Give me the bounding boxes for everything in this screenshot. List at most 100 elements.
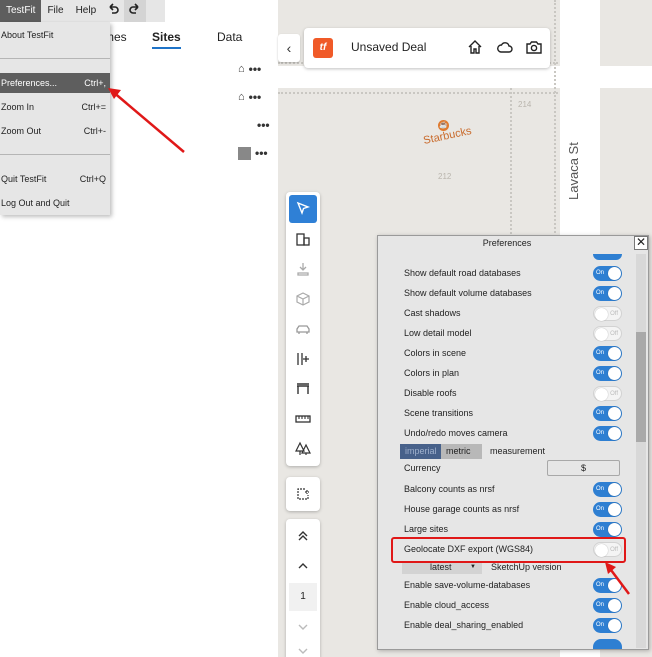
unit-option-imperial[interactable]: imperial [400,444,441,459]
pref-toggle[interactable]: On [593,482,622,497]
pref-label: House garage counts as nrsf [404,504,520,514]
more-icon[interactable]: ••• [249,90,262,104]
menu-item-about[interactable]: About TestFit [0,25,110,45]
parking-tool-button[interactable] [289,315,317,343]
pref-label: Currency [404,463,441,473]
pref-toggle[interactable]: Off [593,386,622,401]
trees-tool-button[interactable] [289,435,317,463]
massing-tool-button[interactable] [289,285,317,313]
map-lot-line [510,88,514,238]
pref-toggle[interactable]: On [593,266,622,281]
tool-palette [286,192,320,466]
menu-shortcut: Ctrl+- [83,126,106,136]
toggle-state-label: On [596,410,605,416]
pref-toggle[interactable]: On [593,598,622,613]
menu-item-quit[interactable]: Quit TestFit Ctrl+Q [0,169,110,189]
pref-label: Cast shadows [404,308,461,318]
toggle-knob [608,579,621,592]
pref-label: Colors in scene [404,348,467,358]
pref-label: Low detail model [404,328,472,338]
toggle-state-label: On [596,486,605,492]
site-row-actions: ••• [238,146,274,160]
pref-label: Disable roofs [404,388,457,398]
testfit-logo: tf [313,38,333,58]
pref-toggle[interactable]: On [593,578,622,593]
more-icon[interactable]: ••• [249,62,262,76]
menu-shortcut: Ctrl+, [84,78,106,88]
menu-file[interactable]: File [41,0,69,22]
menu-item-label: About TestFit [1,30,54,40]
toggle-state-label: On [596,622,605,628]
pref-toggle[interactable]: On [593,502,622,517]
more-icon[interactable]: ••• [257,118,270,132]
camera-icon[interactable] [525,38,543,56]
more-icon[interactable]: ••• [255,146,268,160]
toggle-state-label: On [596,290,605,296]
menu-item-zoom-in[interactable]: Zoom In Ctrl+= [0,97,110,117]
pref-toggle[interactable]: On [593,618,622,633]
building-tool-button[interactable] [289,225,317,253]
menu-shortcut: Ctrl+Q [79,174,106,184]
level-down-button[interactable] [289,613,317,641]
pref-toggle[interactable]: On [593,346,622,361]
top-level-button[interactable] [289,522,317,550]
building-icon[interactable]: ⌂ [238,63,245,75]
level-up-button[interactable] [289,552,317,580]
pref-toggle[interactable]: On [593,286,622,301]
annotation-highlight [391,537,626,563]
scrollbar-thumb[interactable] [636,332,646,442]
color-swatch[interactable] [238,146,251,160]
tab-sites[interactable]: Sites [152,30,181,49]
unit-selector[interactable]: imperial metric [400,444,482,459]
toggle-knob [608,267,621,280]
pref-label: Balcony counts as nrsf [404,484,495,494]
menu-testfit[interactable]: TestFit [0,0,42,22]
menu-separator [0,154,110,155]
menu-item-label: Zoom Out [1,126,42,136]
building-icon[interactable]: ⌂ [238,91,245,103]
toggle-knob [608,347,621,360]
pref-toggle[interactable]: On [593,426,622,441]
parcel-number: 214 [518,100,532,109]
bottom-level-button[interactable] [289,639,317,657]
toggle-partial[interactable] [593,254,622,260]
menu-item-zoom-out[interactable]: Zoom Out Ctrl+- [0,121,110,141]
redo-icon[interactable] [124,0,147,22]
close-icon: ✕ [635,235,647,249]
pref-toggle[interactable]: Off [593,306,622,321]
menu-help[interactable]: Help [70,0,103,22]
ruler-tool-button[interactable] [289,405,317,433]
testfit-menu: About TestFit Preferences... Ctrl+, Zoom … [0,22,110,215]
scrollbar[interactable] [636,254,646,648]
cloud-icon[interactable] [496,38,514,56]
toggle-state-label: On [596,350,605,356]
table-tool-button[interactable] [289,375,317,403]
pref-label: Enable deal_sharing_enabled [404,620,524,630]
close-button[interactable]: ✕ [634,236,648,250]
toggle-state-label: On [596,430,605,436]
extrude-tool-button[interactable] [289,255,317,283]
unit-option-metric[interactable]: metric [441,444,482,459]
home-icon[interactable] [466,38,484,56]
menu-item-label: Preferences... [1,78,58,88]
add-shape-button[interactable] [289,480,317,508]
currency-input[interactable]: $ [547,460,620,476]
pref-toggle[interactable]: Off [593,326,622,341]
collapse-panel-button[interactable]: ‹ [278,34,300,62]
toggle-knob [608,599,621,612]
menu-item-preferences[interactable]: Preferences... Ctrl+, [0,73,110,93]
pref-label: Undo/redo moves camera [404,428,508,438]
dialog-title: Preferences [482,238,532,248]
pref-toggle[interactable]: On [593,406,622,421]
add-column-tool-button[interactable] [289,345,317,373]
tab-data[interactable]: Data [217,30,242,44]
deal-title[interactable]: Unsaved Deal [351,40,426,54]
menu-item-logout-quit[interactable]: Log Out and Quit [0,193,110,213]
undo-icon[interactable] [102,0,124,22]
chevron-left-icon: ‹ [286,40,292,56]
pref-toggle[interactable]: On [593,522,622,537]
deal-header: tf Unsaved Deal [304,28,550,68]
select-tool-button[interactable] [289,195,317,223]
pref-toggle[interactable]: On [593,366,622,381]
toggle-partial[interactable] [593,639,622,649]
